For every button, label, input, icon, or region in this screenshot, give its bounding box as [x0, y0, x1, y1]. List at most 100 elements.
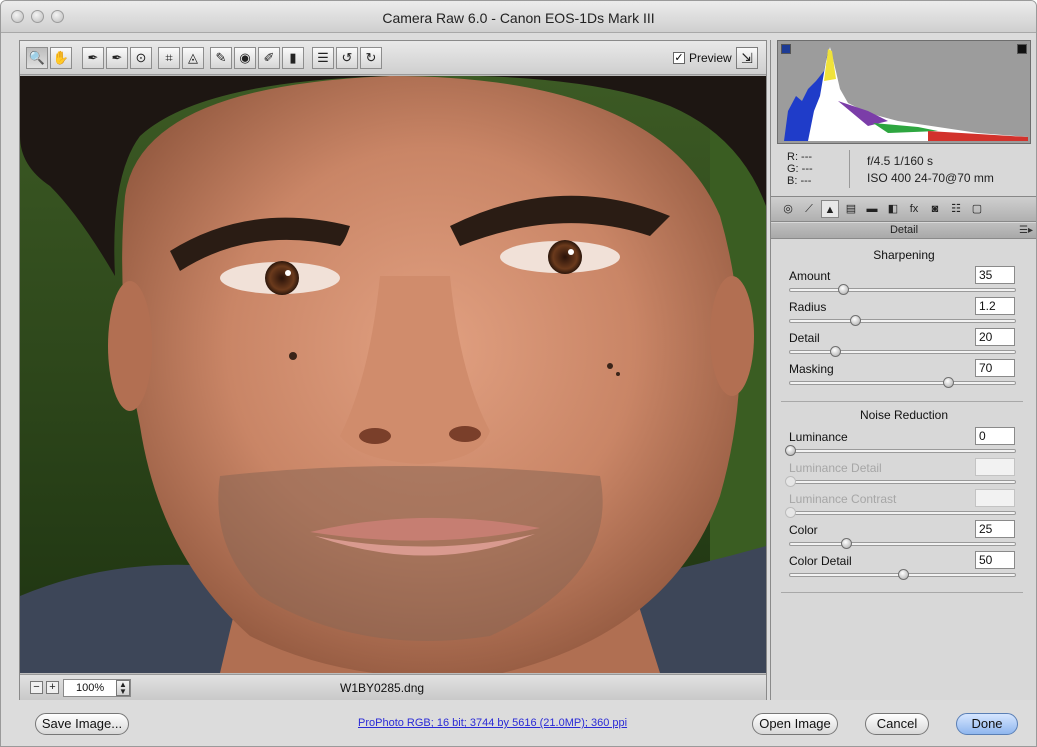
highlight-clipping-icon[interactable] — [1017, 44, 1027, 54]
zoom-out-button[interactable]: − — [30, 681, 43, 694]
detail-label: Detail — [789, 331, 820, 345]
luminance-contrast-slider — [785, 507, 1016, 518]
color-detail-label: Color Detail — [789, 554, 852, 568]
tab-basic-icon[interactable]: ◎ — [779, 200, 797, 218]
photo-preview[interactable] — [20, 76, 766, 673]
blue-readout: B: --- — [787, 175, 812, 187]
luminance-detail-slider-thumb — [785, 476, 796, 487]
iso-lens: ISO 400 24-70@70 mm — [867, 171, 994, 185]
sharpening-title: Sharpening — [873, 248, 935, 262]
hand-tool-icon[interactable]: ✋ — [50, 47, 72, 69]
panel-title: Detail — [889, 224, 919, 236]
panel-tab-bar: ◎ ⟋ ▲ ▤ ▬ ◧ fx ◙ ☷ ▢ — [771, 196, 1036, 222]
adjustments-panel: R: --- G: --- B: --- f/4.5 1/160 s ISO 4… — [770, 40, 1036, 700]
red-readout: R: --- — [787, 151, 813, 163]
crop-tool-icon[interactable]: ⌗ — [158, 47, 180, 69]
rotate-cw-icon[interactable]: ↻ — [360, 47, 382, 69]
color-sampler-tool-icon[interactable]: ✒ — [106, 47, 128, 69]
save-image-button[interactable]: Save Image... — [35, 713, 129, 735]
color-detail-slider[interactable] — [789, 569, 1016, 580]
toolbar: 🔍 ✋ ✒ ✒ ⊙ ⌗ ◬ ✎ ◉ ✐ ▮ ☰ ↺ ↻ ✓ Preview ⇲ — [20, 41, 766, 75]
adjustment-brush-icon[interactable]: ✐ — [258, 47, 280, 69]
preview-label: Preview — [689, 51, 732, 65]
done-button[interactable]: Done — [956, 713, 1018, 735]
cancel-button[interactable]: Cancel — [865, 713, 929, 735]
luminance-value-field[interactable]: 0 — [975, 427, 1015, 445]
section-divider-bottom — [781, 592, 1023, 593]
workflow-options-link[interactable]: ProPhoto RGB; 16 bit; 3744 by 5616 (21.0… — [358, 717, 627, 729]
straighten-tool-icon[interactable]: ◬ — [182, 47, 204, 69]
luminance-contrast-slider-thumb — [785, 507, 796, 518]
tab-hsl-icon[interactable]: ▤ — [842, 200, 860, 218]
color-value-field[interactable]: 25 — [975, 520, 1015, 538]
luminance-contrast-label: Luminance Contrast — [789, 492, 897, 506]
luminance-detail-slider — [785, 476, 1016, 487]
amount-slider-thumb[interactable] — [837, 284, 849, 295]
histogram — [777, 40, 1031, 144]
preview-checkbox[interactable]: ✓ — [673, 52, 685, 64]
portrait-image — [20, 76, 766, 673]
panel-menu-icon[interactable]: ☰▸ — [1019, 223, 1033, 238]
rgb-readout: R: --- G: --- B: --- — [787, 151, 813, 187]
readout-divider — [849, 150, 850, 188]
color-slider[interactable] — [789, 538, 1016, 549]
tab-presets-icon[interactable]: ☷ — [947, 200, 965, 218]
radius-label: Radius — [789, 300, 827, 314]
tab-snapshots-icon[interactable]: ▢ — [968, 200, 986, 218]
title-bar[interactable]: Camera Raw 6.0 - Canon EOS-1Ds Mark III — [1, 1, 1036, 33]
spot-removal-tool-icon[interactable]: ✎ — [210, 47, 232, 69]
masking-slider[interactable] — [789, 377, 1016, 388]
camera-raw-window: Camera Raw 6.0 - Canon EOS-1Ds Mark III … — [0, 0, 1037, 747]
luminance-detail-value-field — [975, 458, 1015, 476]
zoom-tool-icon[interactable]: 🔍 — [26, 47, 48, 69]
amount-value-field[interactable]: 35 — [975, 266, 1015, 284]
image-status-bar: − + 100% ▲ ▼ W1BY0285.dng — [20, 674, 766, 700]
amount-slider[interactable] — [789, 284, 1016, 295]
white-balance-tool-icon[interactable]: ✒ — [82, 47, 104, 69]
window-title: Camera Raw 6.0 - Canon EOS-1Ds Mark III — [382, 10, 655, 26]
luminance-slider[interactable] — [785, 445, 1016, 456]
zoom-in-button[interactable]: + — [46, 681, 59, 694]
color-detail-slider-thumb[interactable] — [897, 569, 909, 580]
section-divider — [781, 401, 1023, 402]
green-readout: G: --- — [787, 163, 813, 175]
luminance-slider-thumb[interactable] — [785, 445, 796, 456]
radius-slider[interactable] — [789, 315, 1016, 326]
panel-header: Detail ☰▸ — [771, 223, 1036, 239]
masking-label: Masking — [789, 362, 834, 376]
tab-detail-icon[interactable]: ▲ — [821, 200, 839, 218]
masking-slider-thumb[interactable] — [942, 377, 954, 388]
detail-value-field[interactable]: 20 — [975, 328, 1015, 346]
tab-tone-curve-icon[interactable]: ⟋ — [800, 200, 818, 218]
tab-lens-icon[interactable]: ◧ — [884, 200, 902, 218]
color-slider-thumb[interactable] — [841, 538, 853, 549]
shadow-clipping-icon[interactable] — [781, 44, 791, 54]
color-label: Color — [789, 523, 818, 537]
preferences-icon[interactable]: ☰ — [312, 47, 334, 69]
tab-camera-calibration-icon[interactable]: ◙ — [926, 200, 944, 218]
exif-readout: f/4.5 1/160 s ISO 400 24-70@70 mm — [867, 153, 994, 187]
aperture-shutter: f/4.5 1/160 s — [867, 154, 934, 168]
masking-value-field[interactable]: 70 — [975, 359, 1015, 377]
detail-slider-thumb[interactable] — [830, 346, 841, 357]
rotate-ccw-icon[interactable]: ↺ — [336, 47, 358, 69]
image-area: 🔍✋✒✒⊙⌗◬✎◉✐▮☰↺↻ ✓ Preview ⇲ — [19, 40, 767, 700]
radius-slider-thumb[interactable] — [850, 315, 862, 326]
image-filename: W1BY0285.dng — [340, 681, 425, 695]
red-eye-tool-icon[interactable]: ◉ — [234, 47, 256, 69]
histogram-graph — [784, 47, 1028, 141]
zoom-stepper-icon[interactable]: ▲ ▼ — [116, 680, 130, 696]
amount-label: Amount — [789, 269, 831, 283]
tab-split-toning-icon[interactable]: ▬ — [863, 200, 881, 218]
tab-fx-icon[interactable]: fx — [905, 200, 923, 218]
detail-slider[interactable] — [789, 346, 1016, 357]
luminance-label: Luminance — [789, 430, 848, 444]
targeted-adjustment-tool-icon[interactable]: ⊙ — [130, 47, 152, 69]
luminance-detail-label: Luminance Detail — [789, 461, 882, 475]
noise-reduction-title: Noise Reduction — [859, 408, 949, 422]
color-detail-value-field[interactable]: 50 — [975, 551, 1015, 569]
fullscreen-toggle-icon[interactable]: ⇲ — [736, 47, 758, 69]
open-image-button[interactable]: Open Image — [752, 713, 838, 735]
graduated-filter-icon[interactable]: ▮ — [282, 47, 304, 69]
radius-value-field[interactable]: 1.2 — [975, 297, 1015, 315]
